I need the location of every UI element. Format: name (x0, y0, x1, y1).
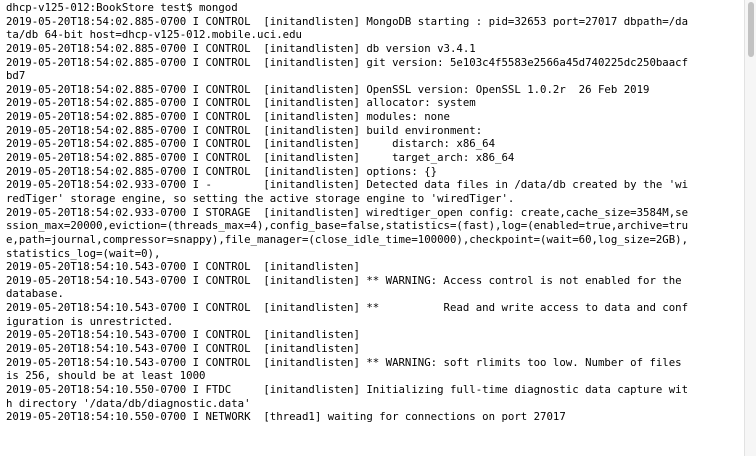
log-line: database. (6, 287, 64, 301)
log-line: 2019-05-20T18:54:02.885-0700 I CONTROL [… (6, 14, 689, 28)
vertical-scrollbar[interactable] (744, 0, 756, 456)
log-line: is 256, should be at least 1000 (6, 369, 206, 383)
log-line: redTiger' storage engine, so setting the… (6, 191, 515, 205)
terminal-window[interactable]: dhcp-v125-012:BookStore test$ mongod 201… (0, 0, 744, 456)
log-line: 2019-05-20T18:54:02.885-0700 I CONTROL [… (6, 137, 496, 151)
scrollbar-thumb[interactable] (748, 2, 754, 57)
log-line: iguration is unrestricted. (6, 314, 174, 328)
log-line: 2019-05-20T18:54:02.933-0700 I - [initan… (6, 178, 689, 192)
log-line: 2019-05-20T18:54:02.885-0700 I CONTROL [… (6, 55, 689, 69)
log-line: 2019-05-20T18:54:10.543-0700 I CONTROL [… (6, 273, 682, 287)
terminal-output[interactable]: dhcp-v125-012:BookStore test$ mongod 201… (6, 1, 744, 456)
prompt-line: dhcp-v125-012:BookStore test$ mongod (6, 1, 238, 14)
log-line: ssion_max=20000,eviction=(threads_max=4)… (6, 219, 689, 233)
log-line: 2019-05-20T18:54:10.550-0700 I NETWORK [… (6, 410, 566, 424)
log-line: 2019-05-20T18:54:10.543-0700 I CONTROL [… (6, 301, 689, 315)
log-line: statistics_log=(wait=0), (6, 246, 161, 260)
log-line: 2019-05-20T18:54:10.543-0700 I CONTROL [… (6, 355, 682, 369)
log-line: 2019-05-20T18:54:10.550-0700 I FTDC [ini… (6, 382, 689, 396)
log-line: e,path=journal,compressor=snappy),file_m… (6, 232, 689, 246)
log-line: 2019-05-20T18:54:02.885-0700 I CONTROL [… (6, 123, 483, 137)
log-line: 2019-05-20T18:54:02.885-0700 I CONTROL [… (6, 41, 476, 55)
log-line: 2019-05-20T18:54:02.885-0700 I CONTROL [… (6, 82, 650, 96)
log-line: h directory '/data/db/diagnostic.data' (6, 396, 251, 410)
log-line: 2019-05-20T18:54:02.885-0700 I CONTROL [… (6, 96, 476, 110)
log-line: bd7 (6, 69, 26, 83)
log-line: 2019-05-20T18:54:02.933-0700 I STORAGE [… (6, 205, 689, 219)
log-line: 2019-05-20T18:54:10.543-0700 I CONTROL [… (6, 342, 360, 356)
log-line: 2019-05-20T18:54:02.885-0700 I CONTROL [… (6, 151, 515, 165)
log-line: 2019-05-20T18:54:02.885-0700 I CONTROL [… (6, 164, 438, 178)
log-line: ta/db 64-bit host=dhcp-v125-012.mobile.u… (6, 28, 302, 42)
log-line: 2019-05-20T18:54:10.543-0700 I CONTROL [… (6, 260, 360, 274)
log-line: 2019-05-20T18:54:10.543-0700 I CONTROL [… (6, 328, 360, 342)
log-line: 2019-05-20T18:54:02.885-0700 I CONTROL [… (6, 110, 450, 124)
